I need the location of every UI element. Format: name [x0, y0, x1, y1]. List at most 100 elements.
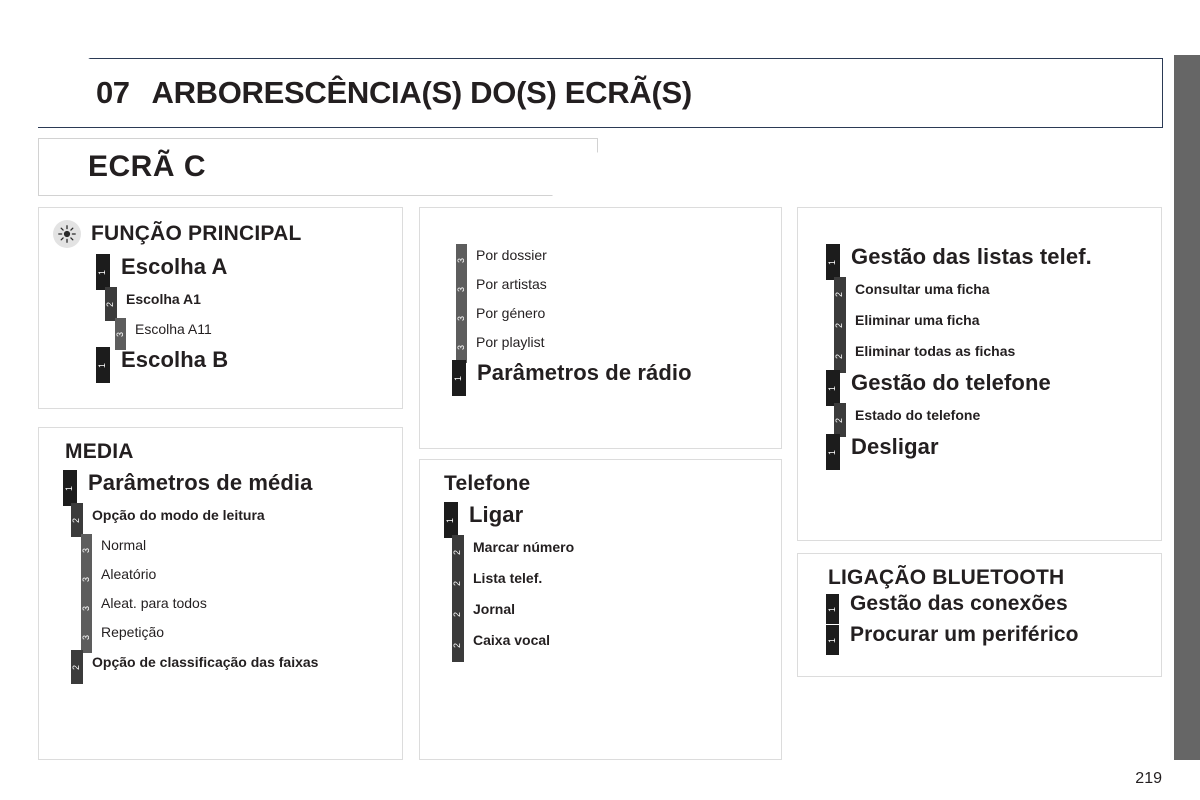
section-heading-media: MEDIA — [65, 440, 388, 464]
level-number: 2 — [452, 549, 463, 555]
tree-entry-level-1: 1 Escolha B — [96, 342, 388, 383]
tree-entry-label: Caixa vocal — [473, 632, 551, 648]
tree-entry-label: Gestão das conexões — [850, 592, 1068, 615]
tree-entry-level-3: 3 Escolha A11 — [114, 313, 388, 350]
tree-entry-label: Por género — [476, 305, 546, 321]
tree-entry-label: Gestão das listas telef. — [851, 244, 1092, 269]
level-number: 2 — [452, 580, 463, 586]
tree-entry-level-2: 2 Eliminar uma ficha — [834, 303, 1147, 342]
tree-entry-level-1: 1 Gestão das conexões — [826, 587, 1147, 624]
tree-entry-level-1: 1 Ligar — [444, 497, 767, 538]
tree-entry-label: Por playlist — [476, 334, 545, 350]
level-number: 3 — [455, 286, 466, 292]
tree-entry-level-2: 2 Eliminar todas as fichas — [834, 334, 1147, 373]
level-number: 2 — [71, 517, 82, 523]
level-number: 2 — [834, 322, 845, 328]
level-number: 1 — [827, 449, 838, 455]
tree-list-media: 1 Parâmetros de média 2 Opção do modo de le… — [53, 465, 388, 684]
tree-entry-level-1: 1 Desligar — [826, 429, 1147, 470]
box-telefone: Telefone 1 Ligar 2 Marcar número 2 Lista tele… — [419, 459, 782, 760]
chapter-banner-content: 07 ARBORESCÊNCIA(S) DO(S) ECRÃ(S) — [38, 58, 1163, 128]
level-number: 2 — [71, 664, 82, 670]
box-radio: 3 Por dossier 3 Por artistas 3 Por género 3 Por… — [419, 207, 782, 449]
level-number: 1 — [827, 259, 838, 265]
level-number: 1 — [97, 362, 108, 368]
tree-entry-level-2: 2 Lista telef. — [452, 561, 767, 600]
box-gestao-listas: 1 Gestão das listas telef. 2 Consultar uma … — [797, 207, 1162, 541]
level-number: 3 — [455, 344, 466, 350]
tree-entry-level-3: 3 Normal — [80, 529, 388, 566]
tree-entry-level-1: 1 Parâmetros de média — [63, 465, 388, 506]
level-marker-1: 1 — [826, 434, 840, 470]
tree-entry-level-3: 3 Por dossier — [456, 239, 767, 276]
tree-entry-level-2: 2 Jornal — [452, 592, 767, 631]
tree-entry-label: Desligar — [851, 434, 939, 459]
level-number: 1 — [97, 269, 108, 275]
level-number: 3 — [80, 547, 91, 553]
level-number: 1 — [827, 385, 838, 391]
section-heading-telefone: Telefone — [444, 472, 767, 496]
level-number: 3 — [114, 331, 125, 337]
tree-entry-label: Por dossier — [476, 247, 547, 263]
level-number: 1 — [826, 637, 837, 643]
level-number: 3 — [80, 605, 91, 611]
box-media: MEDIA 1 Parâmetros de média 2 Opção do modo… — [38, 427, 403, 760]
level-number: 1 — [453, 375, 464, 381]
tree-entry-label: Aleat. para todos — [101, 595, 207, 611]
tree-entry-label: Gestão do telefone — [851, 370, 1051, 395]
chapter-number: 07 — [96, 75, 130, 110]
level-marker-2: 2 — [452, 628, 464, 662]
tree-entry-label: Escolha A11 — [135, 321, 212, 337]
level-number: 1 — [445, 517, 456, 523]
level-marker-1: 1 — [96, 347, 110, 383]
tree-entry-level-2: 2 Opção de classificação das faixas — [71, 645, 388, 684]
tree-entry-label: Procurar um periférico — [850, 623, 1079, 646]
tree-entry-label: Opção do modo de leitura — [92, 507, 265, 523]
tree-entry-level-3: 3 Aleat. para todos — [80, 587, 388, 624]
tree-entry-label: Parâmetros de média — [88, 470, 313, 495]
tree-entry-level-2: 2 Marcar número — [452, 530, 767, 569]
level-number: 1 — [64, 485, 75, 491]
tree-entry-label: Eliminar uma ficha — [855, 312, 980, 328]
tree-list-listas: 1 Gestão das listas telef. 2 Consultar uma … — [812, 239, 1147, 470]
tree-entry-label: Por artistas — [476, 276, 547, 292]
level-number: 2 — [452, 642, 463, 648]
section-heading-label: MEDIA — [65, 440, 134, 463]
tree-entry-level-1: 1 Escolha A — [96, 249, 388, 290]
level-number: 2 — [834, 417, 845, 423]
section-heading-funcao-principal: FUNÇÃO PRINCIPAL — [53, 220, 388, 248]
tree-entry-level-1: 1 Gestão das listas telef. — [826, 239, 1147, 280]
chapter-title: ARBORESCÊNCIA(S) DO(S) ECRÃ(S) — [151, 75, 692, 110]
tree-entry-label: Repetição — [101, 624, 165, 640]
level-number: 2 — [834, 353, 845, 359]
tree-entry-level-2: 2 Consultar uma ficha — [834, 272, 1147, 311]
tree-entry-label: Aleatório — [101, 566, 157, 582]
section-heading-label: FUNÇÃO PRINCIPAL — [91, 222, 302, 245]
tree-entry-label: Escolha B — [121, 347, 229, 372]
tree-entry-level-3: 3 Por género — [456, 297, 767, 334]
screen-banner-label: ECRÃ C — [88, 150, 207, 183]
tree-entry-level-3: 3 Por playlist — [455, 326, 767, 363]
box-ligacao-bluetooth: LIGAÇÃO BLUETOOTH 1 Gestão das conexões 1 P… — [797, 553, 1162, 677]
tree-entry-label: Marcar número — [473, 539, 575, 555]
tree-entry-level-1: 1 Gestão do telefone — [826, 365, 1147, 406]
tree-entry-label: Escolha A — [121, 254, 228, 279]
level-number: 2 — [105, 301, 116, 307]
level-number: 2 — [452, 611, 463, 617]
tree-entry-level-3: 3 Aleatório — [81, 558, 388, 595]
tree-entry-label: Eliminar todas as fichas — [855, 343, 1016, 359]
tree-entry-level-2: 2 Opção do modo de leitura — [71, 498, 388, 537]
tree-entry-level-2: 2 Estado do telefone — [834, 398, 1147, 437]
level-number: 1 — [826, 606, 837, 612]
tree-entry-label: Lista telef. — [473, 570, 543, 586]
level-marker-1: 1 — [826, 625, 839, 655]
box-funcao-principal: FUNÇÃO PRINCIPAL 1 Escolha A 2 Escolha A 1 3 E… — [38, 207, 403, 409]
tree-entry-level-3: 3 Repetição — [81, 616, 388, 653]
tree-list-radio: 3 Por dossier 3 Por artistas 3 Por género 3 Por… — [434, 239, 767, 396]
tree-entry-label: Ligar — [469, 502, 524, 527]
tree-entry-level-1: 1 Parâmetros de rádio — [452, 355, 767, 396]
tree-entry-label: Opção de classificação das faixas — [92, 654, 319, 670]
tree-entry-label: Jornal — [473, 601, 516, 617]
tree-entry-level-2: 2 Caixa vocal — [452, 623, 767, 662]
tree-entry-label: Estado do telefone — [855, 407, 981, 423]
